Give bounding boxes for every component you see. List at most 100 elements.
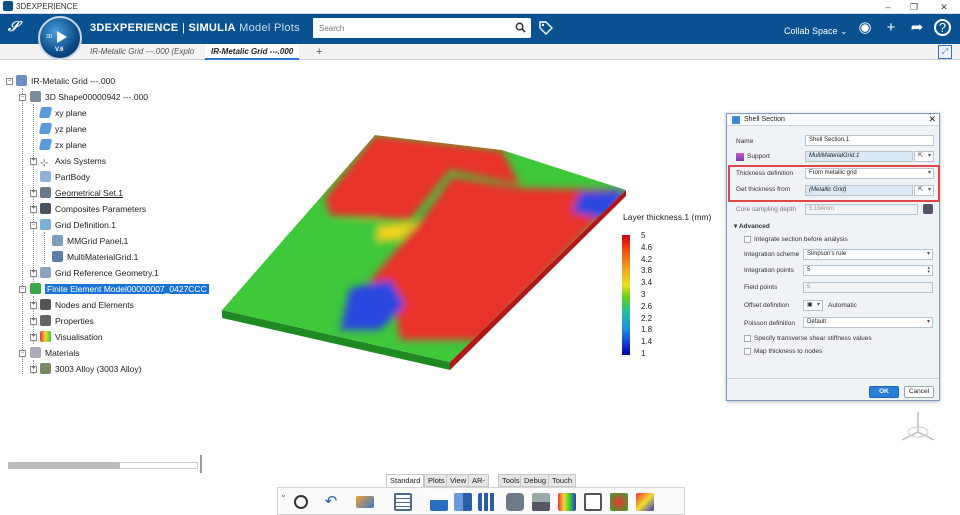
tree-item-visualisation[interactable]: Visualisation	[40, 330, 103, 344]
minimize-button[interactable]: –	[880, 1, 896, 13]
tag-icon[interactable]	[538, 20, 554, 36]
toolbar-tab-touch[interactable]: Touch	[548, 474, 577, 487]
collapse-toggle[interactable]: −	[19, 286, 26, 293]
tree-item-nodes-elements[interactable]: Nodes and Elements	[40, 298, 134, 312]
contour-icon[interactable]	[558, 493, 576, 511]
tree-root[interactable]: IR-Metalic Grid ---.000	[16, 74, 115, 88]
tree-item-multimaterial-grid[interactable]: MultiMaterialGrid.1	[52, 250, 138, 264]
core-sampling-field[interactable]: 5.194mm	[805, 204, 918, 215]
integration-points-stepper[interactable]: 5 ▴ ▾	[803, 265, 933, 276]
search-input[interactable]	[313, 18, 503, 38]
app-logo-icon	[3, 1, 13, 11]
section-icon[interactable]	[454, 493, 472, 511]
expand-toggle[interactable]: +	[30, 334, 37, 341]
tree-item-zx-plane[interactable]: zx plane	[38, 138, 87, 152]
collapse-bar-icon[interactable]: ⌄	[280, 490, 287, 499]
panel-splitter[interactable]	[200, 455, 202, 473]
support-field[interactable]: MultiMaterialGrid.1	[805, 151, 913, 162]
expand-icon[interactable]: ⤢	[938, 45, 952, 59]
tree-item-properties[interactable]: Properties	[40, 314, 94, 328]
tree-item-composites[interactable]: Composites Parameters	[40, 202, 146, 216]
offset-definition-select[interactable]: ▣ ▾	[803, 300, 823, 311]
new-tab-button[interactable]: +	[310, 44, 328, 60]
tree-item-grid-reference[interactable]: Grid Reference Geometry.1	[40, 266, 159, 280]
action-bar: ⌄ ↶	[277, 487, 685, 515]
expand-toggle[interactable]: +	[30, 270, 37, 277]
document-tabs: IR-Metalic Grid ---.000 (Explo IR-Metali…	[0, 44, 960, 60]
table-icon[interactable]	[394, 493, 412, 511]
map-thickness-checkbox[interactable]	[744, 348, 751, 355]
expand-toggle[interactable]: +	[30, 158, 37, 165]
tree-scrollbar[interactable]	[8, 462, 120, 469]
grid-view-icon[interactable]	[584, 493, 602, 511]
undo-icon[interactable]: ↶	[322, 493, 340, 511]
name-field[interactable]: Shell Section.1	[805, 135, 934, 146]
tree-item-partbody[interactable]: PartBody	[40, 170, 90, 184]
dialog-divider	[727, 378, 939, 379]
collapse-toggle[interactable]: −	[19, 350, 26, 357]
tree-item-mmgrid-panel[interactable]: MMGrid Panel.1	[52, 234, 128, 248]
display-options-icon[interactable]	[636, 493, 654, 511]
collapse-toggle[interactable]: −	[19, 94, 26, 101]
axis-icon: ⊹	[40, 158, 49, 169]
expand-toggle[interactable]: +	[30, 366, 37, 373]
contour-plot-model[interactable]	[220, 130, 630, 370]
fem-icon	[30, 283, 41, 294]
expand-toggle[interactable]: +	[30, 190, 37, 197]
toolbar-tab-arvr[interactable]: AR-VR	[468, 474, 489, 497]
help-icon[interactable]: ?	[934, 19, 951, 36]
toolbar-tab-view[interactable]: View	[446, 474, 471, 487]
animate-icon[interactable]	[506, 493, 524, 511]
orientation-triad-icon[interactable]	[898, 408, 938, 444]
expand-toggle[interactable]: +	[30, 206, 37, 213]
collapse-toggle[interactable]: −	[6, 78, 13, 85]
integration-scheme-select[interactable]: Simpson's rule ▾	[803, 249, 933, 260]
tree-item-xy-plane[interactable]: xy plane	[38, 106, 87, 120]
maximize-button[interactable]: ❐	[906, 1, 922, 13]
toolbar-tab-debug[interactable]: Debug	[520, 474, 551, 487]
toolbar-tab-plots[interactable]: Plots	[424, 474, 449, 487]
add-icon[interactable]: +	[882, 19, 900, 37]
shear-checkbox[interactable]	[744, 335, 751, 342]
collab-space-dropdown[interactable]: Collab Space ⌄	[784, 26, 848, 37]
support-select-button[interactable]: ⇱ ▾	[914, 151, 934, 162]
tree-item-axis-systems[interactable]: ⊹ Axis Systems	[40, 154, 106, 169]
view-mode-icon[interactable]	[356, 496, 374, 508]
tree-item-materials[interactable]: Materials	[30, 346, 79, 360]
tree-item-alloy[interactable]: 3003 Alloy (3003 Alloy)	[40, 362, 141, 376]
tab-active[interactable]: IR-Metalic Grid ---.000	[205, 44, 300, 60]
close-window-button[interactable]: ✕	[936, 1, 952, 13]
offset-icon: ▣	[807, 302, 813, 308]
integrate-checkbox[interactable]	[744, 236, 751, 243]
compass-button[interactable]: 3D V.6	[38, 16, 82, 60]
sensor-icon[interactable]	[532, 493, 550, 511]
expand-toggle[interactable]: +	[30, 318, 37, 325]
tree-item-grid-definition[interactable]: Grid Definition.1	[40, 218, 116, 232]
tree-item-label: MultiMaterialGrid.1	[67, 252, 139, 262]
ok-button[interactable]: OK	[869, 386, 899, 398]
zoom-icon[interactable]	[294, 495, 308, 509]
search-icon[interactable]	[515, 22, 526, 33]
measure-icon[interactable]	[923, 204, 933, 214]
expand-toggle[interactable]: +	[30, 302, 37, 309]
share-icon[interactable]: ➦	[908, 19, 926, 37]
toolbar-tab-standard[interactable]: Standard	[386, 474, 425, 487]
field-points-field[interactable]: 5	[803, 282, 933, 293]
tree-item-yz-plane[interactable]: yz plane	[38, 122, 87, 136]
tree-item-3d-shape[interactable]: 3D Shape00000942 ---.000	[30, 90, 148, 104]
tree-item-fem[interactable]: Finite Element Model00000007_0427CCC	[30, 282, 209, 296]
user-icon[interactable]: ◉	[856, 19, 874, 37]
tree-item-label: xy plane	[55, 108, 87, 118]
plot-icon[interactable]	[430, 493, 448, 511]
dialog-close-button[interactable]: ✕	[928, 114, 936, 125]
collapse-toggle[interactable]: −	[30, 222, 37, 229]
tab-explore[interactable]: IR-Metalic Grid ---.000 (Explo	[84, 44, 200, 60]
cancel-button[interactable]: Cancel	[904, 386, 934, 398]
poisson-definition-select[interactable]: Default ▾	[803, 317, 933, 328]
support-icon	[736, 153, 744, 161]
settings-icon[interactable]	[610, 493, 628, 511]
advanced-section-toggle[interactable]: ▾ Advanced	[734, 222, 770, 230]
tree-item-geometrical-set[interactable]: Geometrical Set.1	[40, 186, 123, 200]
slice-icon[interactable]	[478, 493, 496, 511]
dialog-header: Shell Section ✕	[727, 114, 939, 126]
